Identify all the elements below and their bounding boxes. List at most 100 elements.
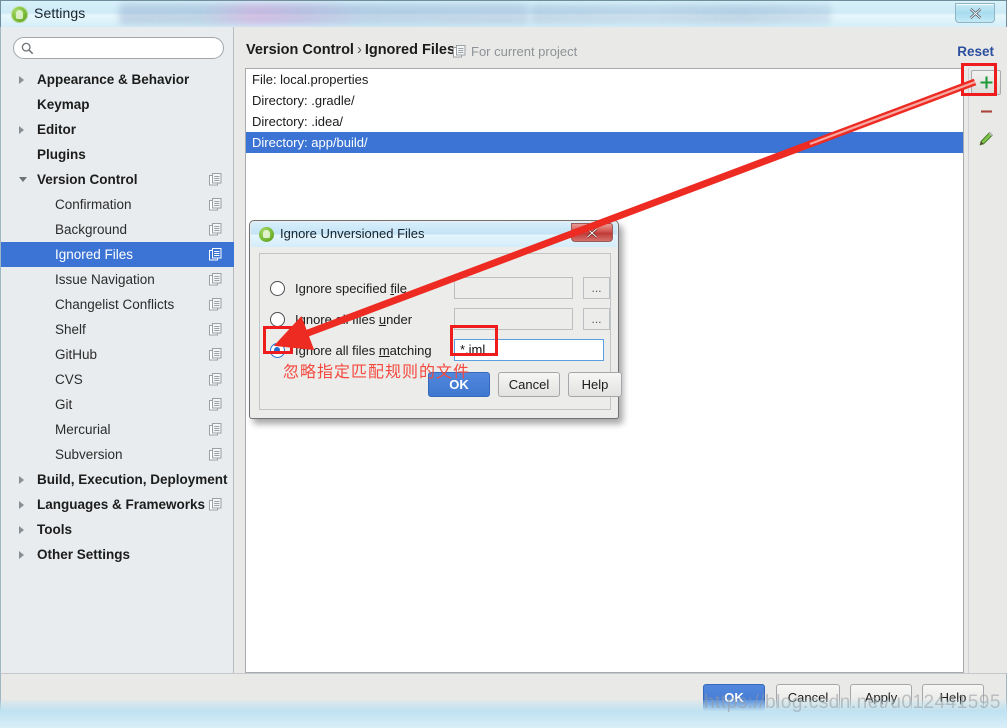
sidebar-item-label: GitHub [55,347,98,362]
sidebar-item-tools[interactable]: Tools [1,517,234,542]
search-input[interactable] [38,39,216,57]
search-box[interactable] [13,37,224,59]
copy-icon [209,198,222,211]
sidebar-item-changelist-conflicts[interactable]: Changelist Conflicts [1,292,234,317]
sidebar-item-plugins[interactable]: Plugins [1,142,234,167]
copy-icon [209,373,222,386]
radio-option-2[interactable] [270,311,285,327]
close-icon [969,7,981,19]
sidebar-item-other-settings[interactable]: Other Settings [1,542,234,567]
chevron-right-icon[interactable] [19,551,24,559]
chevron-right-icon[interactable] [19,526,24,534]
radio-option-1[interactable] [270,280,285,296]
chevron-right-icon[interactable] [19,76,24,84]
reset-link[interactable]: Reset [957,44,994,59]
ignore-option-field-1[interactable] [454,277,573,299]
dialog-help-label: Help [581,377,609,392]
sidebar-item-label: Keymap [37,97,90,112]
copy-icon [209,173,222,186]
chevron-right-icon[interactable] [19,476,24,484]
edit-button[interactable] [969,125,1003,153]
copy-icon [209,448,222,461]
browse-button-2[interactable]: ... [583,308,610,330]
list-item[interactable]: Directory: .idea/ [246,111,963,132]
list-item[interactable]: Directory: app/build/ [246,132,963,153]
sidebar-item-label: Subversion [55,447,123,462]
chevron-right-icon[interactable] [19,501,24,509]
dialog-titlebar: Ignore Unversioned Files [251,222,617,247]
sidebar-item-appearance-behavior[interactable]: Appearance & Behavior [1,67,234,92]
sidebar-item-confirmation[interactable]: Confirmation [1,192,234,217]
dialog-ok-button[interactable]: OK [428,372,490,397]
list-item-label: Directory: .idea/ [252,114,344,129]
sidebar-item-label: Build, Execution, Deployment [37,472,228,487]
breadcrumb-current: Ignored Files [364,42,456,58]
sidebar-item-label: Confirmation [55,197,132,212]
sidebar-item-github[interactable]: GitHub [1,342,234,367]
dialog-cancel-label: Cancel [508,377,550,392]
sidebar-item-shelf[interactable]: Shelf [1,317,234,342]
sidebar-item-label: Mercurial [55,422,111,437]
chevron-down-icon[interactable] [19,177,27,182]
list-item[interactable]: File: local.properties [246,69,963,90]
sidebar-item-mercurial[interactable]: Mercurial [1,417,234,442]
copy-icon [209,423,222,436]
browse-button-1[interactable]: ... [583,277,610,299]
sidebar-item-keymap[interactable]: Keymap [1,92,234,117]
ignore-option-row-3[interactable]: Ignore all files matching [270,338,432,362]
scope-note: For current project [453,44,577,59]
chevron-right-icon[interactable] [19,126,24,134]
dialog-cancel-button[interactable]: Cancel [498,372,560,397]
sidebar-item-git[interactable]: Git [1,392,234,417]
copy-icon [209,273,222,286]
list-item-label: Directory: .gradle/ [252,93,355,108]
window-bottom-glow [0,700,1007,728]
remove-button[interactable] [969,97,1003,125]
list-item-label: Directory: app/build/ [252,135,368,150]
sidebar-item-ignored-files[interactable]: Ignored Files [1,242,234,267]
sidebar-item-cvs[interactable]: CVS [1,367,234,392]
window-close-button[interactable] [955,3,995,23]
sidebar-item-label: Editor [37,122,76,137]
sidebar-item-languages-frameworks[interactable]: Languages & Frameworks [1,492,234,517]
blurred-path-text [119,3,529,25]
radio-option-label-1: Ignore specified file [295,280,408,296]
add-button[interactable] [971,70,1001,95]
dialog-ok-label: OK [449,377,469,392]
breadcrumb: Version Control › Ignored Files [246,42,455,58]
dialog-help-button[interactable]: Help [568,372,622,397]
sidebar-item-label: Changelist Conflicts [55,297,175,312]
ignore-option-row-1[interactable]: Ignore specified file [270,276,407,300]
sidebar-item-editor[interactable]: Editor [1,117,234,142]
sidebar-item-label: Other Settings [37,547,131,562]
close-icon [586,227,598,238]
sidebar-item-label: CVS [55,372,83,387]
blurred-path-text-2 [531,4,831,24]
sidebar-item-label: Git [55,397,73,412]
copy-icon [209,498,222,511]
sidebar-item-background[interactable]: Background [1,217,234,242]
list-item-label: File: local.properties [252,72,369,87]
minus-icon [980,109,992,113]
sidebar-item-build-execution-deployment[interactable]: Build, Execution, Deployment [1,467,234,492]
breadcrumb-parent[interactable]: Version Control [246,42,354,58]
reset-label: Reset [957,44,994,59]
ignore-option-field-3[interactable]: *.iml [454,339,604,361]
settings-window: Settings Appearance & Behavior Keymap Edit [0,0,1007,728]
copy-icon [209,323,222,336]
list-toolbar [968,68,1004,673]
sidebar-item-label: Background [55,222,128,237]
sidebar-item-label: Version Control [37,172,138,187]
ignore-option-field-2[interactable] [454,308,573,330]
radio-option-3[interactable] [270,342,285,358]
sidebar-item-version-control[interactable]: Version Control [1,167,234,192]
ignore-option-row-2[interactable]: Ignore all files under [270,307,412,331]
sidebar-item-subversion[interactable]: Subversion [1,442,234,467]
sidebar-item-label: Plugins [37,147,86,162]
plus-icon [980,76,992,89]
dialog-close-button[interactable] [571,223,613,242]
search-wrapper [13,37,224,59]
list-item[interactable]: Directory: .gradle/ [246,90,963,111]
sidebar-item-issue-navigation[interactable]: Issue Navigation [1,267,234,292]
browse-button-label-2: ... [591,312,602,326]
